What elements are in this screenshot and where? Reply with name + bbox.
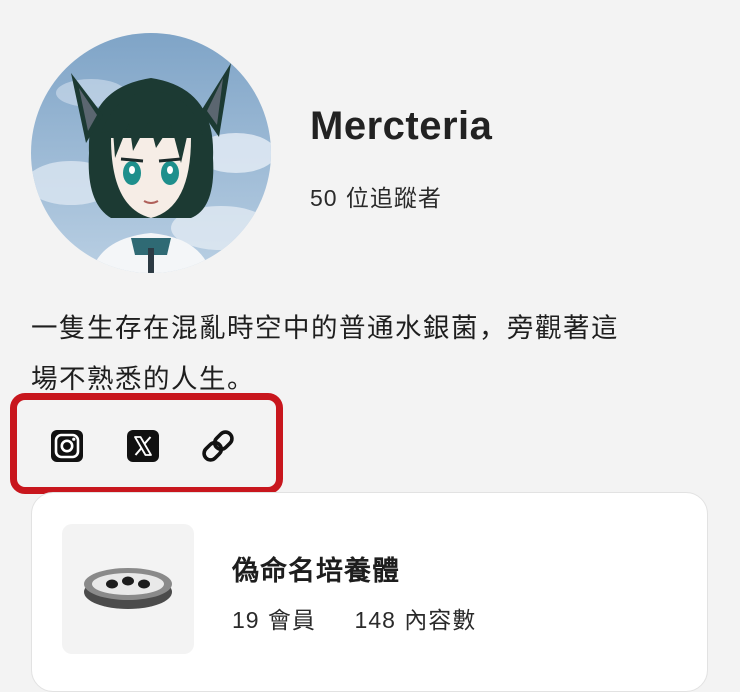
x-icon (127, 430, 159, 462)
follower-count-label: 位追蹤者 (345, 186, 442, 212)
follower-count[interactable]: 50 位追蹤者 (310, 179, 442, 213)
x-link[interactable] (123, 427, 163, 465)
instagram-link[interactable] (47, 427, 87, 465)
community-thumbnail (62, 524, 194, 654)
posts-count: 148 (354, 607, 396, 633)
instagram-icon (51, 430, 83, 462)
community-stats: 19 會員 148 內容數 (232, 601, 476, 635)
members-label: 會員 (267, 608, 316, 634)
petri-dish-icon (84, 568, 172, 609)
posts-label: 內容數 (404, 608, 477, 634)
members-count: 19 (232, 607, 260, 633)
avatar-image (31, 33, 271, 273)
link-icon (202, 430, 234, 462)
website-link[interactable] (198, 427, 238, 465)
avatar[interactable] (31, 33, 271, 273)
community-name: 偽命名培養體 (232, 556, 400, 587)
profile-name: Mercteria (310, 104, 493, 148)
bio-line: 一隻生存在混亂時空中的普通水銀菌，旁觀著這 (31, 313, 619, 344)
profile-bio: 一隻生存在混亂時空中的普通水銀菌，旁觀著這 場不熟悉的人生。 (31, 303, 721, 405)
follower-count-number: 50 (310, 185, 338, 211)
